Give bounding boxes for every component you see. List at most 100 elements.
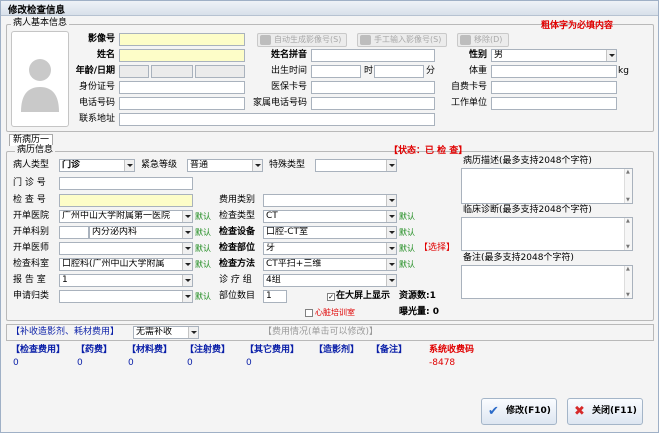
exam-method-select[interactable]: CT平扫+三维 (263, 258, 397, 271)
diag-group-label: 诊 疗 组 (219, 275, 252, 285)
exam-method-label: 检查方法 (219, 259, 256, 269)
request-class-label: 申请归类 (13, 291, 50, 301)
diagnosis-textarea[interactable] (461, 217, 633, 251)
home-phone-input[interactable] (311, 97, 435, 110)
diag-group-select[interactable]: 4组 (263, 274, 397, 287)
default-hint[interactable]: 默认 (195, 226, 211, 239)
home-phone-label: 家属电话号码 (252, 98, 307, 108)
exam-part-select[interactable]: 牙 (263, 242, 397, 255)
name-input[interactable] (119, 49, 245, 62)
resource-count: 资源数:1 (399, 291, 436, 301)
default-hint[interactable]: 默认 (399, 210, 415, 223)
phone-label: 电话号码 (78, 98, 115, 108)
scrollbar[interactable] (624, 266, 632, 298)
heart-training-checkbox[interactable] (305, 309, 313, 317)
required-note: 粗体字为必填内容 (541, 21, 614, 31)
big-screen-checkbox[interactable]: ✓ (327, 293, 335, 301)
order-hospital-label: 开单医院 (13, 211, 50, 221)
modify-button[interactable]: ✔ 修改(F10) (481, 398, 557, 425)
order-dept-select[interactable]: 内分泌内科 (89, 226, 193, 239)
order-hospital-select[interactable]: 广州中山大学附属第一医院 (59, 210, 193, 223)
work-unit-label: 工作单位 (450, 98, 487, 108)
auto-generate-button[interactable]: 自动生成影像号(S) (257, 33, 347, 47)
default-hint[interactable]: 默认 (399, 258, 415, 271)
default-hint[interactable]: 默认 (399, 242, 415, 255)
address-input[interactable] (119, 113, 435, 126)
birth-date-input[interactable] (195, 65, 245, 78)
exam-device-select[interactable]: 口腔-CT室 (263, 226, 397, 239)
avatar-icon (21, 59, 59, 112)
part-count-input[interactable]: 1 (263, 290, 287, 303)
exam-room-select[interactable]: 口腔科(广州中山大学附属 (59, 258, 193, 271)
image-no-input[interactable] (119, 33, 245, 46)
hour-input[interactable] (374, 65, 424, 78)
weight-input[interactable] (491, 65, 617, 78)
id-card-label: 身份证号 (78, 82, 115, 92)
patient-photo[interactable] (11, 31, 69, 127)
manual-input-button[interactable]: 手工输入影像号(S) (357, 33, 447, 47)
phone-input[interactable] (119, 97, 245, 110)
gender-select[interactable]: 男 (491, 49, 617, 62)
fee-col-contrast: 【造影剂】 (314, 345, 360, 355)
fee-col-exam: 【检查费用】 (11, 345, 66, 355)
order-doctor-select[interactable] (59, 242, 193, 255)
birth-time-input[interactable] (311, 65, 361, 78)
order-dept-code-input[interactable] (59, 226, 89, 239)
image-no-label: 影像号 (87, 34, 115, 44)
id-card-input[interactable] (119, 81, 245, 94)
exam-device-label: 检查设备 (219, 227, 256, 237)
default-hint[interactable]: 默认 (195, 290, 211, 303)
supplement-select[interactable]: 无需补收 (133, 326, 199, 339)
gender-label: 性别 (468, 50, 487, 60)
close-button[interactable]: ✖ 关闭(F11) (567, 398, 643, 425)
remove-button[interactable]: 移除(D) (457, 33, 509, 47)
trash-icon (460, 35, 471, 45)
exam-no-input[interactable] (59, 194, 193, 207)
description-textarea[interactable] (461, 168, 633, 204)
default-hint[interactable]: 默认 (399, 226, 415, 239)
remark-label: 备注(最多支持2048个字符) (463, 253, 574, 263)
diagnosis-label: 临床诊断(最多支持2048个字符) (463, 205, 592, 215)
self-pay-card-input[interactable] (491, 81, 617, 94)
big-screen-label: 在大屏上显示 (336, 291, 391, 301)
insurance-card-input[interactable] (311, 81, 435, 94)
age-unit-input[interactable] (151, 65, 193, 78)
fee-status-link[interactable]: 【费用情况(单击可以修改)】 (263, 326, 378, 339)
request-class-select[interactable] (59, 290, 193, 303)
work-unit-input[interactable] (491, 97, 617, 110)
special-type-label: 特殊类型 (269, 160, 306, 170)
clinic-no-label: 门 诊 号 (13, 178, 46, 188)
clinic-no-input[interactable] (59, 177, 193, 190)
name-label: 姓名 (96, 50, 115, 60)
minute-label: 分 (426, 66, 436, 76)
order-doctor-label: 开单医师 (13, 243, 50, 253)
report-room-select[interactable]: 1 (59, 274, 193, 287)
default-hint[interactable]: 默认 (195, 210, 211, 223)
exam-part-label: 检查部位 (219, 243, 256, 253)
patient-type-select[interactable]: 门诊 (59, 159, 135, 172)
check-icon: ✔ (488, 404, 499, 419)
weight-unit: kg (618, 66, 629, 76)
remark-textarea[interactable] (461, 265, 633, 299)
default-hint[interactable]: 默认 (195, 242, 211, 255)
name-pinyin-input[interactable] (311, 49, 435, 62)
hour-label: 时 (364, 66, 374, 76)
fee-type-select[interactable] (263, 194, 397, 207)
fee-col-material: 【材料费】 (127, 345, 173, 355)
urgency-select[interactable]: 普通 (187, 159, 263, 172)
scrollbar[interactable] (624, 218, 632, 250)
pencil-icon (360, 35, 371, 45)
age-input[interactable] (119, 65, 149, 78)
special-type-select[interactable] (315, 159, 397, 172)
exam-room-label: 检查科室 (13, 259, 50, 269)
default-hint[interactable]: 默认 (195, 258, 211, 271)
birth-time-label: 出生时间 (270, 66, 307, 76)
description-label: 病历描述(最多支持2048个字符) (463, 156, 592, 166)
edit-exam-window: 修改检查信息 病人基本信息 粗体字为必填内容 影像号 自动生成影像号(S) 手工… (0, 0, 659, 433)
title-bar: 修改检查信息 (1, 1, 658, 16)
select-part-link[interactable]: 【选择】 (419, 242, 455, 255)
exam-type-select[interactable]: CT (263, 210, 397, 223)
name-pinyin-label: 姓名拼音 (270, 50, 307, 60)
fee-col-drug: 【药费】 (76, 345, 113, 355)
scrollbar[interactable] (624, 169, 632, 203)
